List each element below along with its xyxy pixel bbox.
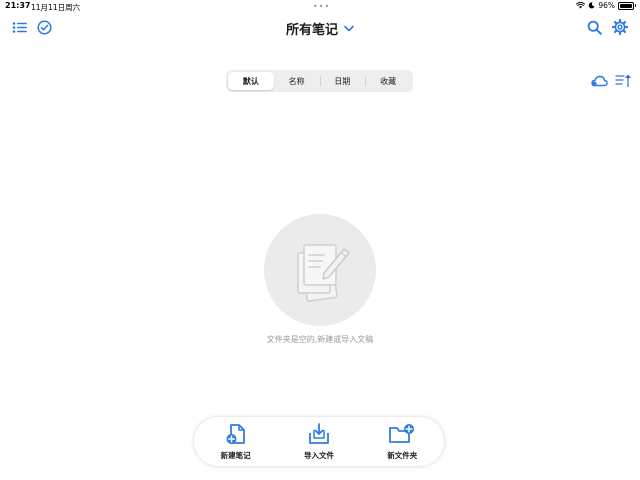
new-note-label: 新建笔记	[220, 450, 251, 460]
status-date: 11月11日周六	[31, 3, 81, 12]
import-file-button[interactable]: 导入文件	[284, 422, 354, 461]
tab-default[interactable]: 默认	[228, 72, 274, 90]
wifi-icon	[576, 2, 586, 9]
search-icon[interactable]	[587, 20, 602, 35]
tab-name[interactable]: 名称	[274, 72, 320, 90]
battery-icon	[618, 1, 636, 10]
new-note-icon	[226, 423, 245, 444]
chevron-down-icon[interactable]	[344, 25, 354, 32]
battery-fill	[620, 3, 632, 8]
new-folder-icon	[389, 423, 415, 443]
gear-icon[interactable]	[612, 19, 628, 35]
empty-state-message: 文件夹是空的,新建或导入文稿	[266, 335, 374, 344]
action-bar: 新建笔记 导入文件 新文件夹	[194, 417, 444, 466]
page-title[interactable]: 所有笔记	[286, 19, 338, 38]
new-note-button[interactable]: 新建笔记	[201, 423, 271, 461]
sort-segmented-control: 默认 名称 日期 收藏	[226, 70, 413, 92]
moon-icon	[589, 2, 595, 9]
battery-percent: 96%	[598, 1, 615, 10]
status-time: 21:37	[5, 1, 31, 10]
sort-icon[interactable]	[615, 74, 631, 88]
cloud-icon[interactable]	[591, 75, 608, 87]
import-file-label: 导入文件	[303, 450, 334, 460]
import-icon	[309, 422, 329, 444]
new-folder-button[interactable]: 新文件夹	[367, 423, 437, 461]
multitask-dots[interactable]: •••	[313, 2, 330, 11]
new-folder-label: 新文件夹	[387, 450, 418, 460]
title-dropdown[interactable]: 所有笔记	[0, 19, 640, 38]
tab-favorites[interactable]: 收藏	[365, 72, 411, 90]
status-indicators: 96%	[576, 1, 636, 10]
tab-date[interactable]: 日期	[319, 72, 366, 90]
notes-placeholder-icon	[297, 244, 350, 302]
